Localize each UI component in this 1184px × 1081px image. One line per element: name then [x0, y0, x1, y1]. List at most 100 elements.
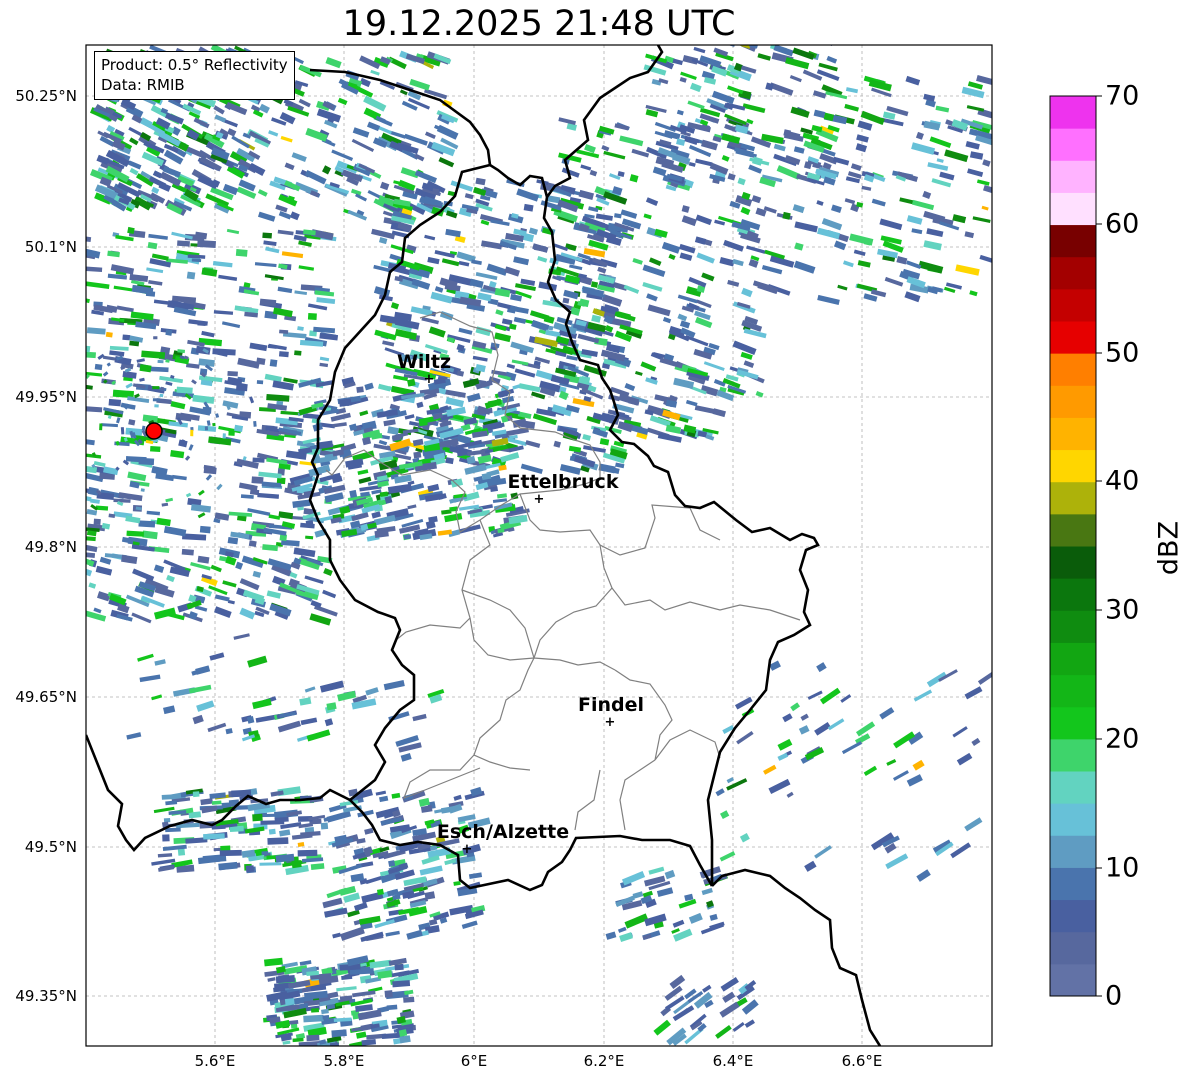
echo-pixel	[702, 984, 712, 993]
echo-pixel	[601, 145, 610, 152]
echo-pixel	[387, 426, 400, 435]
echo-pixel	[291, 152, 307, 162]
echo-pixel	[814, 845, 832, 859]
echo-pixel	[320, 822, 329, 830]
echo-pixel	[88, 582, 97, 589]
echo-pixel	[78, 389, 84, 397]
echo-pixel	[199, 525, 211, 534]
echo-pixel	[277, 229, 294, 236]
city-marker: +	[534, 492, 545, 507]
echo-pixel	[352, 127, 370, 138]
echo-pixel	[911, 199, 935, 211]
lat-tick-label: 49.35°N	[15, 987, 77, 1005]
echo-pixel	[773, 143, 786, 152]
echo-pixel	[857, 260, 871, 268]
echo-pixel	[743, 360, 755, 368]
lat-tick-label: 49.5°N	[24, 838, 77, 856]
echo-pixel	[444, 513, 463, 523]
echo-pixel	[300, 717, 318, 726]
echo-pixel	[893, 770, 909, 781]
colorbar-segment	[1050, 963, 1096, 997]
echo-pixel	[475, 177, 486, 186]
echo-pixel	[324, 492, 344, 503]
echo-pixel	[685, 334, 709, 347]
echo-pixel	[190, 504, 212, 513]
echo-pixel	[800, 713, 809, 721]
echo-pixel	[977, 670, 992, 685]
echo-pixel	[192, 714, 204, 725]
echo-pixel	[703, 361, 725, 371]
echo-pixel	[279, 829, 291, 837]
echo-pixel	[163, 526, 187, 537]
colorbar-tick-label: 60	[1105, 208, 1140, 240]
echo-pixel	[695, 158, 713, 167]
echo-pixel	[260, 820, 285, 825]
echo-pixel	[833, 240, 847, 251]
echo-pixel	[965, 140, 980, 150]
echo-pixel	[979, 254, 992, 266]
echo-pixel	[734, 696, 753, 710]
colorbar-segment	[1050, 353, 1096, 386]
echo-pixel	[268, 343, 287, 351]
echo-pixel	[412, 713, 427, 722]
echo-pixel	[853, 249, 866, 257]
echo-pixel	[841, 741, 863, 755]
echo-pixel	[964, 231, 975, 239]
colorbar-segment	[1050, 610, 1096, 643]
echo-pixel	[969, 151, 984, 160]
lon-tick-label: 6.4°E	[712, 1052, 754, 1070]
echo-pixel	[794, 242, 804, 251]
echo-pixel	[137, 653, 154, 662]
echo-pixel	[816, 662, 827, 673]
echo-pixel	[736, 731, 754, 745]
echo-pixel	[676, 138, 686, 146]
echo-pixel	[97, 591, 111, 602]
echo-pixel	[299, 960, 312, 966]
echo-pixel	[646, 293, 658, 302]
echo-pixel	[793, 146, 805, 154]
echo-pixel	[964, 686, 983, 700]
echo-pixel	[450, 180, 474, 192]
echo-pixel	[619, 135, 644, 147]
echo-pixel	[475, 272, 498, 281]
echo-pixel	[967, 81, 983, 90]
echo-pixel	[712, 408, 726, 418]
colorbar-segment	[1050, 256, 1096, 290]
echo-pixel	[109, 350, 125, 357]
echo-pixel	[421, 316, 439, 325]
echo-pixel	[471, 259, 482, 265]
echo-pixel	[931, 178, 952, 188]
echo-pixel	[357, 469, 369, 476]
echo-pixel	[153, 564, 165, 573]
colorbar-segment	[1050, 192, 1096, 226]
echo-pixel	[214, 594, 230, 602]
echo-pixel	[125, 382, 133, 389]
colorbar-segment	[1050, 128, 1096, 161]
echo-pixel	[742, 103, 766, 114]
colorbar-segment	[1050, 385, 1096, 418]
echo-pixel	[332, 422, 347, 428]
echo-pixel	[154, 404, 159, 408]
echo-pixel	[444, 389, 466, 398]
colorbar-segment	[1050, 288, 1096, 322]
echo-pixel	[278, 351, 289, 358]
echo-pixel	[404, 989, 414, 996]
echo-pixel	[248, 540, 257, 547]
echo-pixel	[86, 236, 92, 243]
echo-pixel	[419, 865, 443, 876]
echo-pixel	[720, 977, 739, 992]
echo-pixel	[267, 977, 276, 982]
echo-pixel	[456, 370, 465, 377]
echo-pixel	[826, 55, 838, 64]
echo-pixel	[643, 64, 667, 76]
echo-pixel	[472, 355, 488, 362]
echo-pixel	[614, 213, 622, 219]
echo-pixel	[685, 399, 698, 407]
echo-pixel	[662, 409, 681, 421]
echo-pixel	[278, 211, 292, 220]
echo-pixel	[737, 177, 746, 186]
colorbar-segment	[1050, 481, 1096, 515]
echo-pixel	[906, 774, 923, 787]
echo-pixel	[188, 684, 212, 694]
echo-pixel	[645, 197, 659, 206]
